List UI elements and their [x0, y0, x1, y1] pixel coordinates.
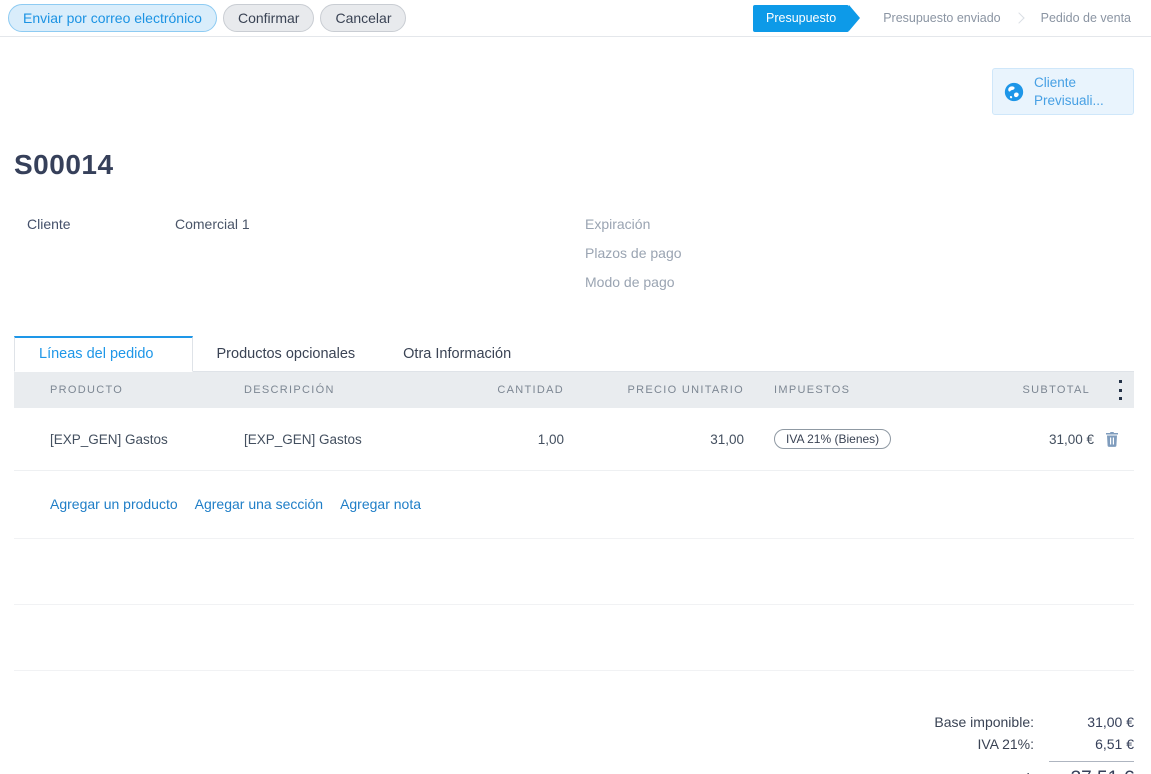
- tab-productos-opcionales[interactable]: Productos opcionales: [193, 337, 380, 371]
- modo-de-pago-label: Modo de pago: [585, 274, 775, 290]
- col-producto[interactable]: PRODUCTO: [14, 384, 244, 396]
- status-step-pedido-de-venta[interactable]: Pedido de venta: [1031, 11, 1141, 25]
- delete-line-icon[interactable]: [1104, 431, 1120, 447]
- line-precio-unitario[interactable]: 31,00: [594, 411, 774, 468]
- total-row-grand: Total: 37,51 €: [824, 755, 1134, 774]
- notebook-tabs: Líneas del pedido Productos opcionales O…: [14, 336, 1134, 372]
- plazos-de-pago-label: Plazos de pago: [585, 245, 775, 261]
- line-subtotal-cell: 31,00 €: [1018, 410, 1134, 468]
- total-value: 37,51 €: [1049, 761, 1134, 774]
- add-note-link[interactable]: Agregar nota: [340, 496, 421, 512]
- total-row-base: Base imponible: 31,00 €: [824, 711, 1134, 733]
- iva-label: IVA 21%:: [977, 736, 1034, 752]
- base-imponible-label: Base imponible:: [934, 714, 1034, 730]
- cliente-label: Cliente: [27, 216, 175, 232]
- add-section-link[interactable]: Agregar una sección: [195, 496, 323, 512]
- expiracion-label: Expiración: [585, 216, 775, 232]
- add-product-link[interactable]: Agregar un producto: [50, 496, 178, 512]
- tax-badge[interactable]: IVA 21% (Bienes): [774, 429, 891, 449]
- order-line-row[interactable]: [EXP_GEN] Gastos [EXP_GEN] Gastos 1,00 3…: [14, 408, 1134, 471]
- send-email-button[interactable]: Enviar por correo electrónico: [8, 4, 217, 32]
- col-precio-unitario[interactable]: PRECIO UNITARIO: [594, 384, 774, 396]
- action-toolbar: Enviar por correo electrónico Confirmar …: [0, 0, 1151, 37]
- field-modo-de-pago: Modo de pago: [585, 274, 1134, 290]
- empty-line-row: [14, 539, 1134, 605]
- optional-columns-icon[interactable]: [1112, 379, 1128, 401]
- col-descripcion[interactable]: DESCRIPCIÓN: [244, 384, 474, 396]
- line-cantidad[interactable]: 1,00: [474, 411, 594, 468]
- col-cantidad[interactable]: CANTIDAD: [474, 384, 594, 396]
- empty-line-row: [14, 605, 1134, 671]
- tab-lineas-del-pedido[interactable]: Líneas del pedido: [14, 336, 193, 372]
- record-title: S00014: [14, 149, 1134, 181]
- order-lines-header: PRODUCTO DESCRIPCIÓN CANTIDAD PRECIO UNI…: [14, 372, 1134, 408]
- line-impuestos-cell: IVA 21% (Bienes): [774, 408, 1018, 470]
- status-pipeline: Presupuesto Presupuesto enviado Pedido d…: [753, 5, 1141, 32]
- field-expiracion: Expiración: [585, 216, 1134, 232]
- customer-preview-label: Cliente Previsuali...: [1034, 74, 1104, 109]
- globe-icon: [1003, 81, 1025, 103]
- line-descripcion[interactable]: [EXP_GEN] Gastos: [244, 411, 474, 468]
- tab-otra-informacion[interactable]: Otra Información: [379, 337, 535, 371]
- chevron-right-icon: [1013, 12, 1024, 23]
- customer-preview-button[interactable]: Cliente Previsuali...: [992, 68, 1134, 115]
- line-actions: Agregar un producto Agregar una sección …: [14, 471, 1134, 539]
- line-producto[interactable]: [EXP_GEN] Gastos: [14, 411, 244, 468]
- base-imponible-value: 31,00 €: [1049, 714, 1134, 730]
- field-cliente: Cliente Comercial 1: [27, 216, 574, 232]
- line-subtotal: 31,00 €: [1049, 432, 1094, 447]
- cliente-value[interactable]: Comercial 1: [175, 216, 250, 232]
- cancel-button[interactable]: Cancelar: [320, 4, 406, 32]
- field-group: Cliente Comercial 1 Expiración Plazos de…: [14, 216, 1134, 303]
- status-step-presupuesto[interactable]: Presupuesto: [753, 5, 849, 32]
- confirm-button[interactable]: Confirmar: [223, 4, 314, 32]
- totals-block: Base imponible: 31,00 € IVA 21%: 6,51 € …: [824, 711, 1134, 774]
- col-impuestos[interactable]: IMPUESTOS: [774, 384, 1018, 396]
- form-sheet: Cliente Previsuali... S00014 Cliente Com…: [0, 37, 1151, 774]
- iva-value: 6,51 €: [1049, 736, 1134, 752]
- field-plazos-de-pago: Plazos de pago: [585, 245, 1134, 261]
- total-row-iva: IVA 21%: 6,51 €: [824, 733, 1134, 755]
- status-step-presupuesto-enviado[interactable]: Presupuesto enviado: [873, 11, 1010, 25]
